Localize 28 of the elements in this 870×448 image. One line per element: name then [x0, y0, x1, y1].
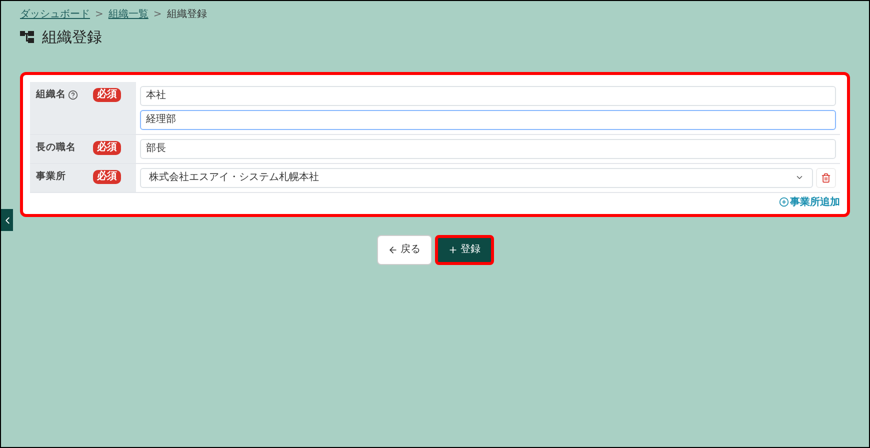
required-badge: 必須 [93, 140, 121, 154]
text-field[interactable]: 経理部 [140, 110, 836, 130]
select-field[interactable]: 株式会社エスアイ・システム札幌本社 [140, 168, 813, 188]
sidebar-toggle[interactable] [1, 209, 13, 231]
breadcrumb-current: 組織登録 [166, 8, 207, 22]
arrow-left-icon [388, 244, 398, 254]
chevron-down-icon [795, 173, 804, 182]
breadcrumb-link[interactable]: ダッシュボード [20, 7, 90, 22]
plus-icon [448, 244, 458, 254]
breadcrumb-separator: > [153, 8, 162, 22]
required-badge: 必須 [93, 170, 121, 184]
field-label: 組織名 [36, 88, 91, 102]
required-badge: 必須 [93, 88, 121, 102]
text-field[interactable]: 本社 [140, 86, 836, 106]
breadcrumb-separator: > [95, 8, 104, 22]
field-label: 事業所 [36, 170, 67, 184]
org-chart-icon [20, 30, 34, 44]
breadcrumb-link[interactable]: 組織一覧 [108, 7, 148, 22]
text-field[interactable]: 部長 [140, 138, 836, 158]
submit-button[interactable]: 登録 [434, 234, 494, 264]
back-button[interactable]: 戻る [376, 234, 432, 264]
page-title: 組織登録 [42, 27, 102, 48]
help-icon [68, 90, 78, 100]
delete-button[interactable] [816, 168, 836, 188]
add-office-link[interactable]: 事業所追加 [779, 194, 840, 210]
plus-circle-icon [779, 197, 789, 207]
trash-icon [821, 172, 831, 182]
field-label: 長の職名 [36, 140, 77, 154]
